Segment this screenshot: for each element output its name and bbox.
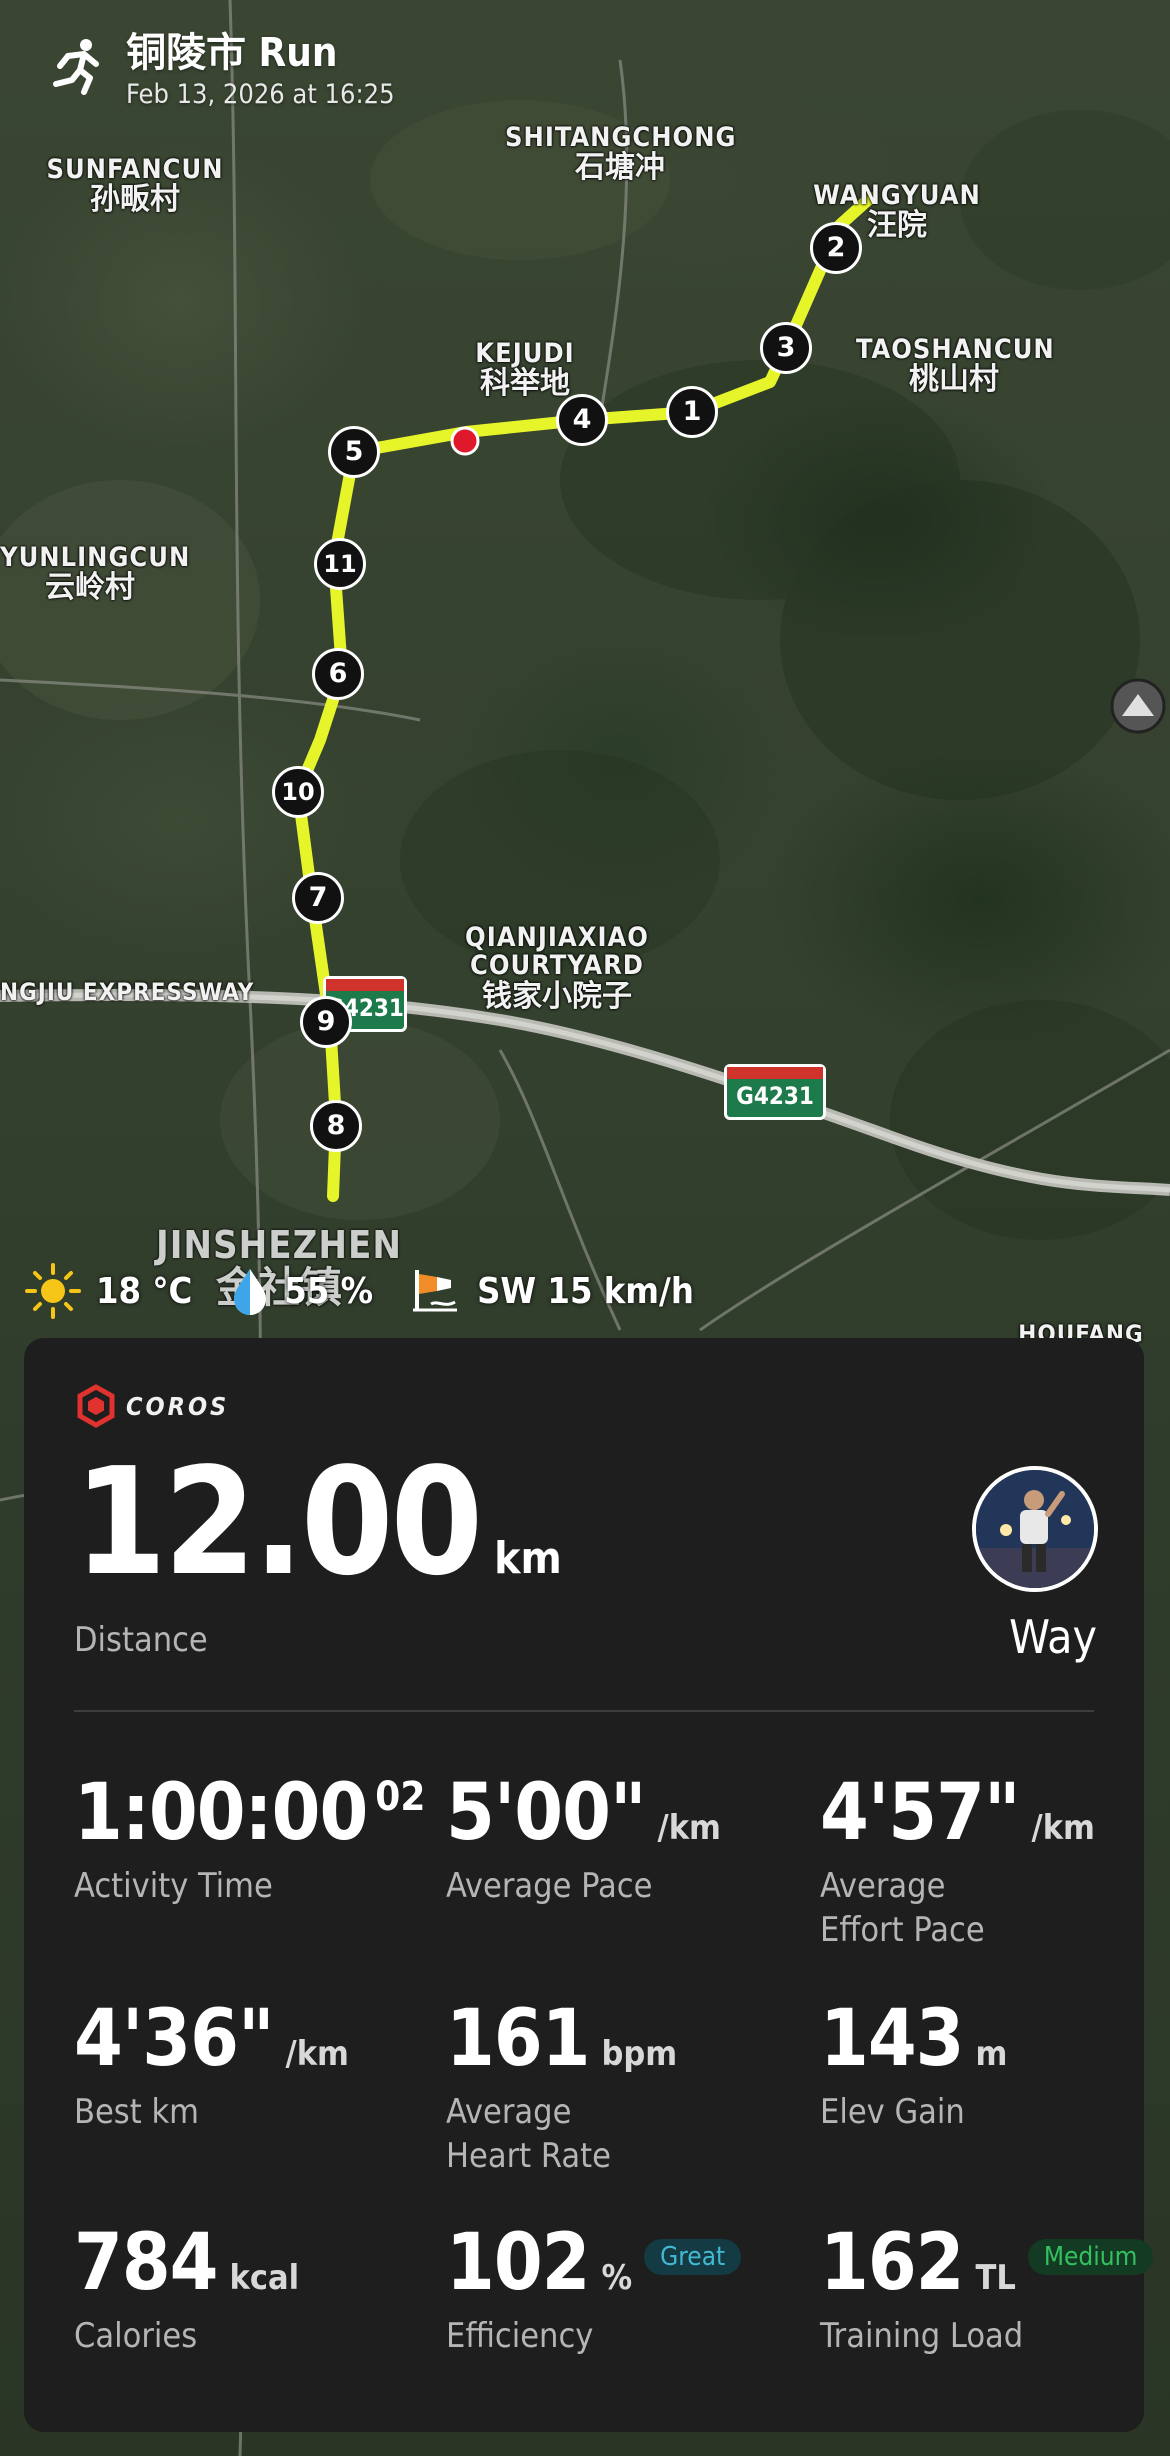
terrain-texture <box>0 100 1170 1240</box>
km-marker-8[interactable]: 8 <box>310 1100 362 1152</box>
efficiency-badge: Great <box>644 2239 742 2275</box>
highway-badge-2-label: G4231 <box>736 1082 814 1110</box>
stat-average-effort-pace: 4'57"/km Average Effort Pace <box>820 1774 1095 1952</box>
activity-time-hundredths: 02 <box>375 1774 426 1820</box>
activity-time-label: Activity Time <box>74 1866 273 1906</box>
elev-gain-value: 143 <box>820 1994 964 2084</box>
stat-efficiency: 102% Great Efficiency <box>446 2218 742 2358</box>
elev-gain-label: Elev Gain <box>820 2092 965 2132</box>
km-marker-2[interactable]: 2 <box>810 222 862 274</box>
place-label-kejudi: KEJUDI 科举地 <box>475 338 575 402</box>
km-marker-10[interactable]: 10 <box>272 766 324 818</box>
calories-value: 784 <box>74 2218 218 2308</box>
km-marker-6[interactable]: 6 <box>312 648 364 700</box>
activity-title: 铜陵市 Run <box>126 30 338 76</box>
activity-datetime: Feb 13, 2026 at 16:25 <box>126 79 395 110</box>
start-point[interactable] <box>450 426 480 456</box>
stat-activity-time: 1:00:00 02 Activity Time <box>74 1774 425 1908</box>
training-load-badge: Medium <box>1027 2239 1154 2275</box>
wind: SW 15 km/h <box>411 1266 694 1316</box>
distance-display: 12.00 km <box>74 1448 562 1596</box>
effort-pace-unit: /km <box>1031 1808 1095 1848</box>
heart-rate-label-line2: Heart Rate <box>446 2136 611 2176</box>
km-marker-4[interactable]: 4 <box>556 394 608 446</box>
stat-best-km: 4'36"/km Best km <box>74 2000 349 2134</box>
training-load-label: Training Load <box>820 2316 1024 2356</box>
calories-label: Calories <box>74 2316 198 2356</box>
efficiency-label: Efficiency <box>446 2316 594 2356</box>
sun-icon <box>24 1262 82 1320</box>
efficiency-unit: % <box>601 2258 633 2298</box>
place-label-shitangchong: SHITANGCHONG 石塘冲 <box>505 122 737 186</box>
activity-header: 铜陵市 Run Feb 13, 2026 at 16:25 <box>44 28 395 112</box>
coros-logo: COROS <box>74 1384 229 1428</box>
place-label-sunfancun: SUNFANCUN 孙畈村 <box>46 154 224 218</box>
training-load-value: 162 <box>820 2218 964 2308</box>
coros-hex-icon <box>77 1384 115 1428</box>
running-icon <box>53 39 99 95</box>
best-km-label: Best km <box>74 2092 199 2132</box>
highway-badge-2: G4231 <box>724 1064 826 1120</box>
distance-label: Distance <box>74 1620 208 1660</box>
place-label-qianjiaxiao: QIANJIAXIAO COURTYARD 钱家小院子 <box>465 922 649 1014</box>
heart-rate-label-line1: Average <box>446 2092 572 2132</box>
km-marker-11[interactable]: 11 <box>314 538 366 590</box>
user-photo <box>976 1470 1094 1588</box>
weather-bar: 18 °C 55 % SW 15 km/h <box>24 1262 732 1320</box>
brand-name: COROS <box>126 1391 230 1421</box>
stat-average-pace: 5'00"/km Average Pace <box>446 1774 721 1908</box>
km-marker-3[interactable]: 3 <box>760 322 812 374</box>
place-label-yunlingcun: YUNLINGCUN 云岭村 <box>0 542 191 606</box>
km-marker-5[interactable]: 5 <box>328 426 380 478</box>
peak-icon[interactable] <box>1110 678 1166 734</box>
wind-value: SW 15 km/h <box>477 1270 694 1312</box>
divider <box>74 1710 1094 1712</box>
km-marker-9[interactable]: 9 <box>300 996 352 1048</box>
water-drop-icon <box>230 1266 270 1316</box>
efficiency-value: 102 <box>446 2218 590 2308</box>
windsock-icon <box>411 1266 463 1316</box>
effort-pace-label-line2: Effort Pace <box>820 1910 985 1950</box>
distance-value: 12.00 <box>74 1436 483 1608</box>
stat-calories: 784 kcal Calories <box>74 2224 299 2358</box>
activity-time-value: 1:00:00 <box>74 1768 368 1858</box>
temperature: 18 °C <box>24 1262 192 1320</box>
stat-training-load: 162 TL Medium Training Load <box>820 2218 1154 2358</box>
average-pace-unit: /km <box>657 1808 721 1848</box>
best-km-value: 4'36" <box>74 1994 275 2084</box>
training-load-unit: TL <box>975 2258 1016 2298</box>
calories-unit: kcal <box>229 2258 300 2298</box>
average-pace-label: Average Pace <box>446 1866 653 1906</box>
stats-card: COROS 12.00 km Distance Way 1:00:00 02 Ac… <box>24 1338 1154 2432</box>
avatar[interactable] <box>972 1466 1098 1592</box>
temperature-value: 18 °C <box>96 1270 193 1312</box>
heart-rate-unit: bpm <box>601 2034 678 2074</box>
stat-elev-gain: 143 m Elev Gain <box>820 2000 1007 2134</box>
effort-pace-value: 4'57" <box>820 1768 1021 1858</box>
best-km-unit: /km <box>285 2034 349 2074</box>
heart-rate-value: 161 <box>446 1994 590 2084</box>
road-label: NGJIU EXPRESSWAY <box>0 978 255 1006</box>
place-label-taoshancun: TAOSHANCUN 桃山村 <box>856 334 1055 398</box>
average-pace-value: 5'00" <box>446 1768 647 1858</box>
stat-average-heart-rate: 161 bpm Average Heart Rate <box>446 2000 677 2178</box>
humidity: 55 % <box>230 1266 373 1316</box>
user-name: Way <box>1009 1610 1097 1664</box>
humidity-value: 55 % <box>284 1270 374 1312</box>
distance-unit: km <box>494 1533 562 1584</box>
km-marker-1[interactable]: 1 <box>666 386 718 438</box>
effort-pace-label-line1: Average <box>820 1866 946 1906</box>
km-marker-7[interactable]: 7 <box>292 872 344 924</box>
elev-gain-unit: m <box>975 2034 1008 2074</box>
